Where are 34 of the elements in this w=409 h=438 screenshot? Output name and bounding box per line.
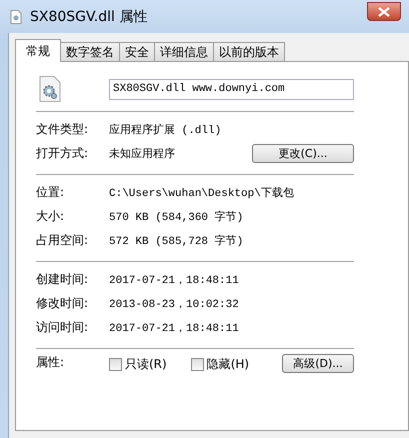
field-value: 2013-08-23，10:02:32 (109, 298, 239, 310)
checkbox-label: 只读(R) (125, 356, 167, 373)
field-label: 大小: (36, 208, 66, 224)
field-label: 创建时间: (36, 270, 90, 288)
checkbox[interactable] (190, 358, 204, 371)
close-icon (378, 6, 390, 16)
gear-file-icon (39, 76, 61, 102)
advanced-button[interactable]: 高级(D)... (282, 354, 354, 373)
checkbox-label: 隐藏(H) (206, 356, 250, 373)
change-button[interactable]: 更改(C)... (252, 144, 354, 162)
field-label: 访问时间: (36, 318, 90, 336)
field-value: 2017-07-21，18:48:11 (109, 274, 239, 286)
field-label: 打开方式: (36, 144, 90, 162)
field-value: 570 KB (584,360 字节) (109, 210, 244, 224)
window-title: SX80SGV.dll 属性 (30, 8, 148, 26)
field-value: 应用程序扩展 (.dll) (109, 122, 222, 136)
close-button[interactable] (367, 2, 401, 21)
field-label: 修改时间: (36, 294, 90, 312)
field-label: 属性: (36, 354, 66, 371)
file-name-field[interactable]: SX80SGV.dll www.downyi.com (109, 78, 354, 100)
field-label: 文件类型: (36, 120, 90, 138)
tab[interactable]: 常规 (15, 39, 61, 62)
tab[interactable]: 数字签名 (60, 42, 120, 61)
field-value: C:\Users\wuhan\Desktop\下载包 (109, 186, 294, 200)
file-icon (10, 10, 22, 24)
field-value: 2017-07-21，18:48:11 (109, 322, 239, 334)
checkbox[interactable] (109, 358, 122, 371)
tab[interactable]: 详细信息 (154, 42, 214, 61)
field-label: 占用空间: (36, 232, 90, 248)
field-value: 未知应用程序 (109, 146, 175, 160)
field-label: 位置: (36, 184, 66, 200)
tab[interactable]: 以前的版本 (213, 42, 285, 61)
tab[interactable]: 安全 (119, 42, 155, 61)
field-value: 572 KB (585,728 字节) (109, 234, 244, 248)
